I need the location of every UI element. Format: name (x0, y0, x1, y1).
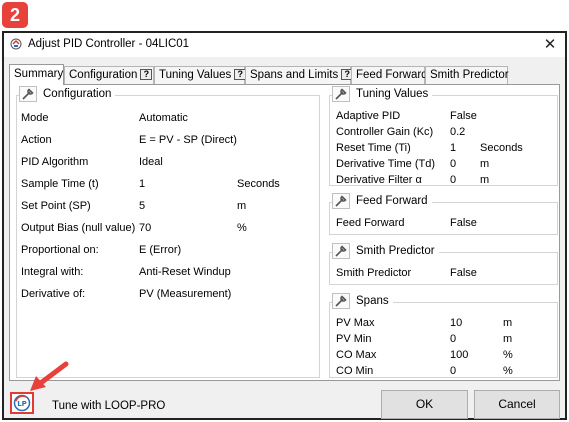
tuning-value: 1 (450, 142, 457, 154)
help-icon[interactable]: ? (140, 69, 153, 80)
tab-label: Spans and Limits (250, 69, 339, 81)
group-title: Configuration (43, 88, 112, 100)
spans-value: 0 (450, 333, 457, 345)
group-title: Feed Forward (356, 195, 428, 207)
feed-forward-value: False (450, 217, 477, 229)
tab-smith-predictor[interactable]: Smith Predictor (425, 66, 509, 84)
tab-feed-forward[interactable]: Feed Forward (351, 66, 428, 84)
spans-label: CO Min (336, 365, 374, 377)
config-label: Derivative of: (21, 288, 86, 300)
tune-with-loop-pro-label: Tune with LOOP-PRO (52, 400, 166, 412)
config-value: PV (Measurement) (139, 288, 232, 300)
config-unit: % (237, 222, 247, 234)
group-title: Smith Predictor (356, 245, 435, 257)
smith-predictor-value: False (450, 267, 477, 279)
loop-pro-icon: LP (13, 394, 31, 412)
cancel-button[interactable]: Cancel (474, 390, 560, 419)
summary-panel: Configuration Mode Automatic Action E = … (9, 84, 560, 381)
ok-button[interactable]: OK (381, 390, 468, 419)
config-value: 70 (139, 222, 152, 234)
group-header: Smith Predictor (332, 243, 439, 261)
config-value: Automatic (139, 112, 188, 124)
tab-label: Feed Forward (356, 69, 428, 81)
config-label: Set Point (SP) (21, 200, 91, 212)
config-unit: Seconds (237, 178, 280, 190)
config-value: 1 (139, 178, 146, 190)
tuning-values-group: Tuning Values Adaptive PID False Control… (329, 86, 558, 186)
wrench-icon (332, 86, 350, 102)
tuning-label: Controller Gain (Kc) (336, 126, 434, 138)
spans-unit: m (503, 333, 513, 345)
config-value: Ideal (139, 156, 163, 168)
spans-value: 10 (450, 317, 463, 329)
config-value: 5 (139, 200, 146, 212)
smith-predictor-label: Smith Predictor (336, 267, 412, 279)
configuration-group: Configuration Mode Automatic Action E = … (16, 86, 320, 378)
config-unit: m (237, 200, 247, 212)
tuning-label: Reset Time (Ti) (336, 142, 411, 154)
tab-spans-and-limits[interactable]: Spans and Limits? (245, 66, 354, 84)
loop-pro-button[interactable]: LP (10, 392, 34, 414)
config-label: Action (21, 134, 52, 146)
app-icon (10, 38, 22, 50)
tuning-unit: m (480, 174, 490, 186)
group-header: Tuning Values (332, 86, 433, 104)
group-header: Spans (332, 293, 393, 311)
spans-label: PV Min (336, 333, 372, 345)
tab-summary[interactable]: Summary (9, 64, 64, 85)
tab-label: Summary (14, 68, 64, 80)
group-header: Configuration (19, 86, 116, 104)
close-button[interactable]: ✕ (535, 33, 565, 57)
tuning-label: Derivative Time (Td) (336, 158, 436, 170)
spans-value: 0 (450, 365, 457, 377)
tuning-label: Derivative Filter α (336, 174, 422, 186)
wrench-icon (19, 86, 37, 102)
config-value: E = PV - SP (Direct) (139, 134, 237, 146)
feed-forward-group: Feed Forward Feed Forward False (329, 193, 558, 235)
adjust-pid-dialog: Adjust PID Controller - 04LIC01 ✕ Summar… (2, 31, 567, 420)
wrench-icon (332, 293, 350, 309)
tuning-unit: m (480, 158, 490, 170)
spans-unit: % (503, 349, 513, 361)
tuning-label: Adaptive PID (336, 110, 401, 122)
spans-label: PV Max (336, 317, 375, 329)
tab-configuration[interactable]: Configuration? (64, 66, 154, 84)
wrench-icon (332, 193, 350, 209)
window-title: Adjust PID Controller - 04LIC01 (28, 38, 190, 50)
config-label: Integral with: (21, 266, 84, 278)
step-number-badge: 2 (2, 2, 28, 28)
tab-label: Configuration (69, 69, 138, 81)
config-value: Anti-Reset Windup (139, 266, 231, 278)
tab-label: Smith Predictor (430, 69, 509, 81)
smith-predictor-group: Smith Predictor Smith Predictor False (329, 243, 558, 285)
tab-label: Tuning Values (159, 69, 232, 81)
config-label: Proportional on: (21, 244, 99, 256)
title-bar: Adjust PID Controller - 04LIC01 ✕ (4, 33, 565, 57)
spans-value: 100 (450, 349, 469, 361)
tuning-unit: Seconds (480, 142, 523, 154)
annotation-arrow (30, 361, 69, 391)
config-label: Output Bias (null value) (21, 222, 136, 234)
tab-tuning-values[interactable]: Tuning Values? (154, 66, 247, 84)
config-value: E (Error) (139, 244, 182, 256)
group-header: Feed Forward (332, 193, 432, 211)
wrench-icon (332, 243, 350, 259)
tuning-value: 0 (450, 174, 457, 186)
loop-pro-icon-text: LP (17, 400, 27, 408)
config-label: PID Algorithm (21, 156, 89, 168)
feed-forward-label: Feed Forward (336, 217, 405, 229)
spans-group: Spans PV Max 10 m PV Min 0 m CO Max 100 … (329, 293, 558, 378)
group-title: Spans (356, 295, 389, 307)
dialog-footer: LP Tune with LOOP-PRO OK Cancel (4, 383, 565, 419)
spans-unit: m (503, 317, 513, 329)
tuning-value: 0 (450, 158, 457, 170)
tuning-value: 0.2 (450, 126, 466, 138)
spans-label: CO Max (336, 349, 377, 361)
config-label: Sample Time (t) (21, 178, 99, 190)
tuning-value: False (450, 110, 477, 122)
spans-unit: % (503, 365, 513, 377)
group-title: Tuning Values (356, 88, 429, 100)
config-label: Mode (21, 112, 49, 124)
